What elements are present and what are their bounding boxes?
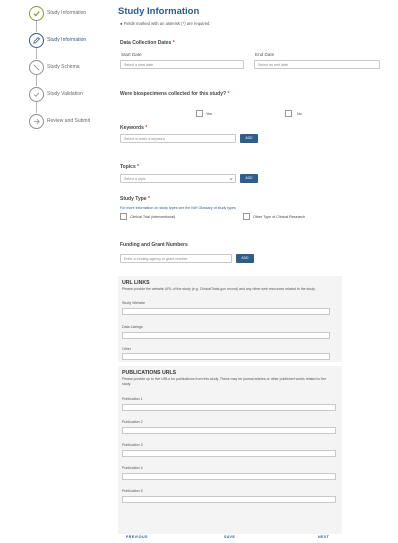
other-url-label: Other — [122, 347, 131, 351]
next-button[interactable]: NEXT — [318, 535, 329, 539]
bullet-icon: ● — [120, 21, 123, 26]
add-topic-button[interactable]: ADD — [240, 174, 258, 183]
pencil-icon — [29, 33, 44, 48]
funding-input[interactable]: Enter a funding agency or grant number — [120, 254, 232, 263]
check-icon — [29, 87, 44, 102]
required-fields-note: ● Fields marked with an asterisk (*) are… — [120, 21, 211, 26]
publications-title: PUBLICATIONS URLS — [122, 370, 177, 376]
step-label: Review and Submit — [47, 118, 91, 124]
data-listings-input[interactable] — [122, 332, 330, 339]
data-listings-label: Data Listings — [122, 325, 143, 329]
study-website-label: Study Website — [122, 301, 146, 305]
previous-button[interactable]: PREVIOUS — [126, 535, 148, 539]
publication-5-label: Publication 5 — [122, 489, 143, 493]
save-button[interactable]: SAVE — [224, 535, 235, 539]
publication-3-label: Publication 3 — [122, 443, 143, 447]
chevron-down-icon — [229, 178, 233, 181]
page-title: Study Information — [118, 6, 200, 17]
study-website-input[interactable] — [122, 308, 330, 315]
url-links-description: Please provide the website URL of the st… — [122, 287, 316, 291]
study-information-form: Study Information ● Fields marked with a… — [112, 0, 380, 543]
other-clinical-research-checkbox[interactable] — [243, 213, 250, 220]
funding-label: Funding and Grant Numbers — [120, 242, 188, 248]
step-label: Study Validation — [47, 91, 83, 97]
start-date-label: Start Date — [121, 52, 142, 57]
pencil-icon — [29, 60, 44, 75]
step-review-submit[interactable]: Review and Submit — [24, 112, 114, 139]
step-label: Study Information — [47, 10, 87, 16]
add-keyword-button[interactable]: ADD — [240, 134, 258, 143]
other-clinical-research-label: Other Type of Clinical Research — [253, 215, 305, 219]
publication-2-label: Publication 2 — [122, 420, 143, 424]
publication-5-input[interactable] — [122, 496, 336, 503]
biospecimens-no-label: No — [297, 112, 302, 116]
biospecimens-yes-checkbox[interactable] — [196, 110, 203, 117]
publication-1-label: Publication 1 — [122, 397, 143, 401]
publication-4-input[interactable] — [122, 473, 336, 480]
step-label: Study Information — [47, 37, 87, 43]
start-date-input[interactable]: Select a start date — [120, 60, 244, 69]
keywords-input[interactable]: Select or enter a keyword — [120, 134, 236, 143]
add-funding-button[interactable]: ADD — [236, 254, 254, 263]
biospecimens-yes-label: Yes — [206, 112, 213, 116]
study-type-info-link[interactable]: For more information on study types see … — [120, 206, 236, 210]
other-url-input[interactable] — [122, 353, 330, 360]
publications-description: Please provide up to five URLs for publi… — [122, 377, 327, 386]
step-study-validation[interactable]: Study Validation — [24, 85, 114, 113]
send-icon — [29, 114, 44, 129]
keywords-label: Keywords * — [120, 125, 148, 131]
publication-1-input[interactable] — [122, 404, 336, 411]
publication-2-input[interactable] — [122, 427, 336, 434]
url-links-panel: URL LINKS Please provide the website URL… — [118, 276, 342, 362]
data-collection-label: Data Collection Dates * — [120, 40, 175, 46]
publication-3-input[interactable] — [122, 450, 336, 457]
end-date-label: End Date — [255, 52, 275, 57]
clinical-trial-checkbox[interactable] — [120, 213, 127, 220]
publications-panel: PUBLICATIONS URLS Please provide up to f… — [118, 366, 342, 534]
step-label: Study Schema — [47, 64, 80, 70]
step-study-information-done[interactable]: Study Information — [24, 4, 114, 32]
biospecimens-question: Were biospecimens collected for this stu… — [120, 91, 230, 97]
publication-4-label: Publication 4 — [122, 466, 143, 470]
check-icon — [29, 6, 44, 21]
progress-stepper: Study Information Study Information Stud… — [24, 4, 114, 139]
clinical-trial-label: Clinical Trial (interventional) — [130, 215, 176, 219]
biospecimens-no-checkbox[interactable] — [285, 110, 292, 117]
study-type-label: Study Type * — [120, 196, 150, 202]
step-study-information-current[interactable]: Study Information — [24, 31, 114, 59]
end-date-input[interactable]: Select an end date — [254, 60, 380, 69]
url-links-title: URL LINKS — [122, 280, 150, 286]
topics-label: Topics * — [120, 164, 140, 170]
topics-select[interactable]: Select a topic — [120, 174, 236, 183]
step-study-schema[interactable]: Study Schema — [24, 58, 114, 86]
